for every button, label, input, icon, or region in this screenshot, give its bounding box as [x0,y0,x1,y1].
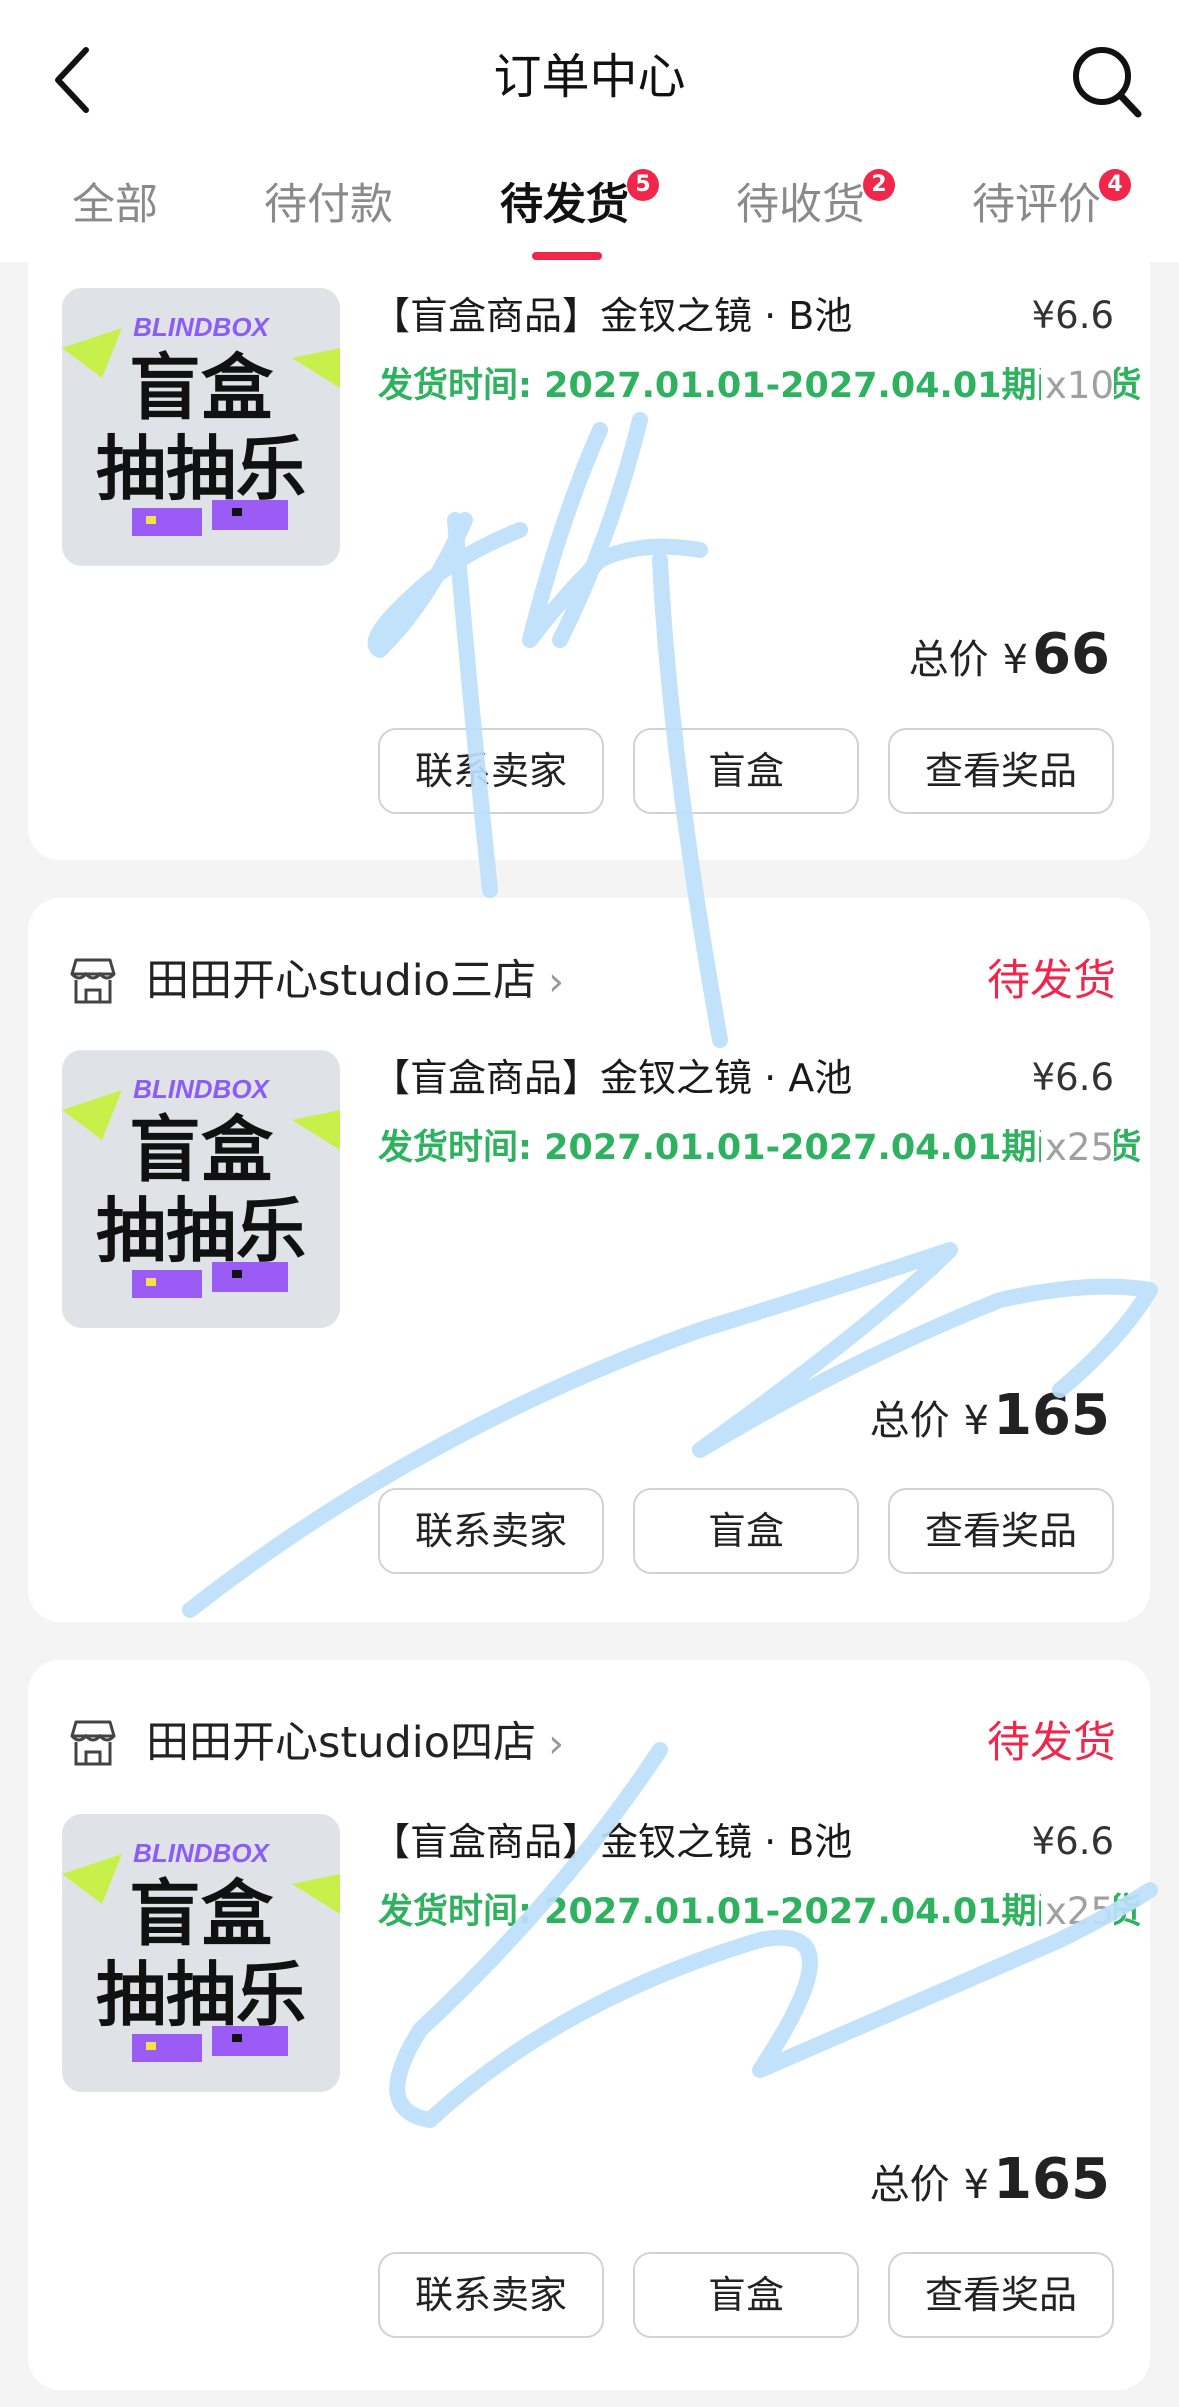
total-currency: ¥ [963,2162,990,2208]
contact-seller-button[interactable]: 联系卖家 [378,2252,604,2338]
total-amount: 66 [1032,622,1110,687]
ship-time: 发货时间: 2027.01.01-2027.04.01期间发货 [378,1892,1142,1932]
order-status-tabs: 全部 待付款 待发货 5 待收货 2 待评价 4 [0,165,1179,255]
contact-seller-button[interactable]: 联系卖家 [378,728,604,814]
view-prizes-button[interactable]: 查看奖品 [888,1488,1114,1574]
tab-pending-review[interactable]: 待评价 4 [972,165,1131,245]
product-thumbnail[interactable]: BLINDBOX 盲盒 抽抽乐 [62,288,340,566]
product-price: ¥6.6 [1031,1820,1114,1863]
active-tab-indicator [532,252,602,260]
count-badge: 2 [863,169,895,201]
chevron-right-icon: › [548,959,565,1005]
total-label: 总价 [869,2162,950,2208]
svg-text:BLINDBOX: BLINDBOX [133,1838,270,1868]
svg-text:盲盒: 盲盒 [129,1872,274,1956]
tab-label: 待评价 [972,180,1101,230]
tab-label: 待发货 [500,180,629,230]
tab-pending-payment[interactable]: 待付款 [264,165,393,245]
tab-label: 全部 [72,180,158,230]
shop-name-text: 田田开心studio四店 [146,1718,537,1768]
tab-all[interactable]: 全部 [72,165,158,245]
total-amount: 165 [993,2147,1110,2212]
total-currency: ¥ [963,1398,990,1444]
count-badge: 4 [1099,169,1131,201]
page-title: 订单中心 [493,49,686,105]
contact-seller-button[interactable]: 联系卖家 [378,1488,604,1574]
blindbox-button[interactable]: 盲盒 [633,728,859,814]
store-icon [70,958,116,1004]
product-thumbnail[interactable]: BLINDBOX 盲盒 抽抽乐 [62,1814,340,2092]
shop-row[interactable]: 田田开心studio四店 › 待发货 [66,1708,1116,1778]
order-status: 待发货 [987,1718,1116,1768]
order-total: 总价 ¥66 [909,615,1110,708]
svg-text:抽抽乐: 抽抽乐 [96,1190,306,1272]
product-quantity: x25 [1041,1884,1114,1940]
view-prizes-button[interactable]: 查看奖品 [888,728,1114,814]
svg-text:抽抽乐: 抽抽乐 [96,428,306,510]
svg-text:抽抽乐: 抽抽乐 [96,1954,306,2036]
product-quantity: x25 [1041,1120,1114,1176]
blindbox-image: BLINDBOX 盲盒 抽抽乐 [62,288,340,566]
shop-name[interactable]: 田田开心studio四店 › [146,1710,564,1777]
svg-text:BLINDBOX: BLINDBOX [133,312,270,342]
shop-name-text: 田田开心studio三店 [146,956,537,1006]
svg-text:盲盒: 盲盒 [129,1108,274,1192]
chevron-right-icon: › [548,1721,565,1767]
count-badge: 5 [627,169,659,201]
total-label: 总价 [869,1398,950,1444]
product-price: ¥6.6 [1031,1056,1114,1099]
order-card: BLINDBOX 盲盒 抽抽乐 【盲盒商品】金钗之镜 · B池 ¥6.6 发货时… [28,200,1150,860]
shop-name[interactable]: 田田开心studio三店 › [146,948,564,1015]
tab-pending-shipment[interactable]: 待发货 5 [500,165,659,245]
blindbox-button[interactable]: 盲盒 [633,1488,859,1574]
order-status: 待发货 [987,956,1116,1006]
product-name: 【盲盒商品】金钗之镜 · A池 [372,1056,853,1100]
order-total: 总价 ¥165 [870,1376,1110,1469]
tab-label: 待付款 [264,180,393,230]
shop-row[interactable]: 田田开心studio三店 › 待发货 [66,946,1116,1016]
tab-pending-receipt[interactable]: 待收货 2 [736,165,895,245]
product-price: ¥6.6 [1031,294,1114,337]
order-total: 总价 ¥165 [870,2140,1110,2233]
order-card: 田田开心studio四店 › 待发货 BLINDBOX 盲盒 抽抽乐 【盲盒商品】… [28,1660,1150,2390]
product-name: 【盲盒商品】金钗之镜 · B池 [372,1820,853,1864]
store-icon [70,1720,116,1766]
view-prizes-button[interactable]: 查看奖品 [888,2252,1114,2338]
total-currency: ¥ [1002,637,1029,683]
search-icon[interactable] [1068,40,1144,120]
ship-time: 发货时间: 2027.01.01-2027.04.01期间发货 [378,1128,1142,1168]
total-label: 总价 [908,637,989,683]
ship-time: 发货时间: 2027.01.01-2027.04.01期间发货 [378,366,1142,406]
product-thumbnail[interactable]: BLINDBOX 盲盒 抽抽乐 [62,1050,340,1328]
product-quantity: x10 [1041,358,1114,414]
blindbox-button[interactable]: 盲盒 [633,2252,859,2338]
svg-text:盲盒: 盲盒 [129,346,274,430]
total-amount: 165 [993,1383,1110,1448]
header-bar: 订单中心 全部 待付款 待发货 5 待收货 2 待评价 4 [0,0,1179,262]
svg-text:BLINDBOX: BLINDBOX [133,1074,270,1104]
order-card: 田田开心studio三店 › 待发货 BLINDBOX 盲盒 抽抽乐 【盲盒商品】… [28,898,1150,1622]
blindbox-image: BLINDBOX 盲盒 抽抽乐 [62,1050,340,1328]
tab-label: 待收货 [736,180,865,230]
blindbox-image: BLINDBOX 盲盒 抽抽乐 [62,1814,340,2092]
product-name: 【盲盒商品】金钗之镜 · B池 [372,294,853,338]
